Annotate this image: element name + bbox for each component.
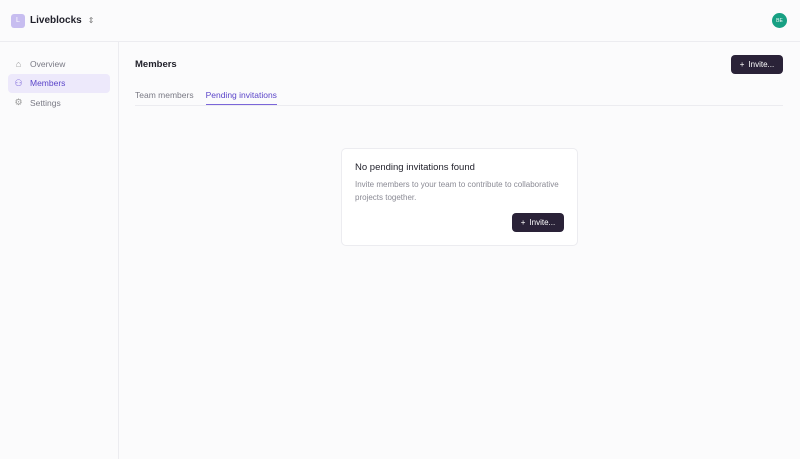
- plus-icon: +: [739, 60, 745, 69]
- empty-state-description: Invite members to your team to contribut…: [355, 180, 559, 202]
- gear-icon: ⚙: [14, 97, 23, 108]
- tab-pending-invitations[interactable]: Pending invitations: [205, 90, 277, 105]
- invite-label: Invite...: [748, 60, 775, 69]
- tabs: Team members Pending invitations: [135, 90, 783, 106]
- home-icon: ⌂: [15, 58, 22, 69]
- page-title: Members: [135, 59, 177, 70]
- org-logo: L: [11, 13, 25, 28]
- invite-button[interactable]: + Invite...: [731, 55, 783, 74]
- avatar[interactable]: BE: [772, 13, 787, 28]
- empty-state-invite-button[interactable]: + Invite...: [512, 213, 564, 232]
- invite-label: Invite...: [529, 218, 556, 227]
- plus-icon: +: [520, 218, 526, 227]
- sidebar: ⌂ Overview ⚇ Members ⚙ Settings: [0, 42, 119, 459]
- tab-team-members[interactable]: Team members: [135, 90, 194, 105]
- sidebar-item-label: Members: [30, 78, 66, 89]
- empty-state-title: No pending invitations found: [355, 162, 475, 173]
- sidebar-item-members[interactable]: ⚇ Members: [8, 73, 110, 93]
- sidebar-item-overview[interactable]: ⌂ Overview: [8, 54, 110, 73]
- sidebar-item-label: Overview: [30, 58, 66, 69]
- users-icon: ⚇: [14, 77, 23, 88]
- sidebar-item-label: Settings: [30, 97, 61, 108]
- sidebar-item-settings[interactable]: ⚙ Settings: [8, 93, 110, 112]
- top-bar: L Liveblocks ⇕ BE: [0, 0, 800, 42]
- chevron-up-down-icon[interactable]: ⇕: [88, 16, 95, 25]
- empty-state-card: No pending invitations found Invite memb…: [341, 148, 578, 246]
- org-name[interactable]: Liveblocks: [30, 15, 82, 26]
